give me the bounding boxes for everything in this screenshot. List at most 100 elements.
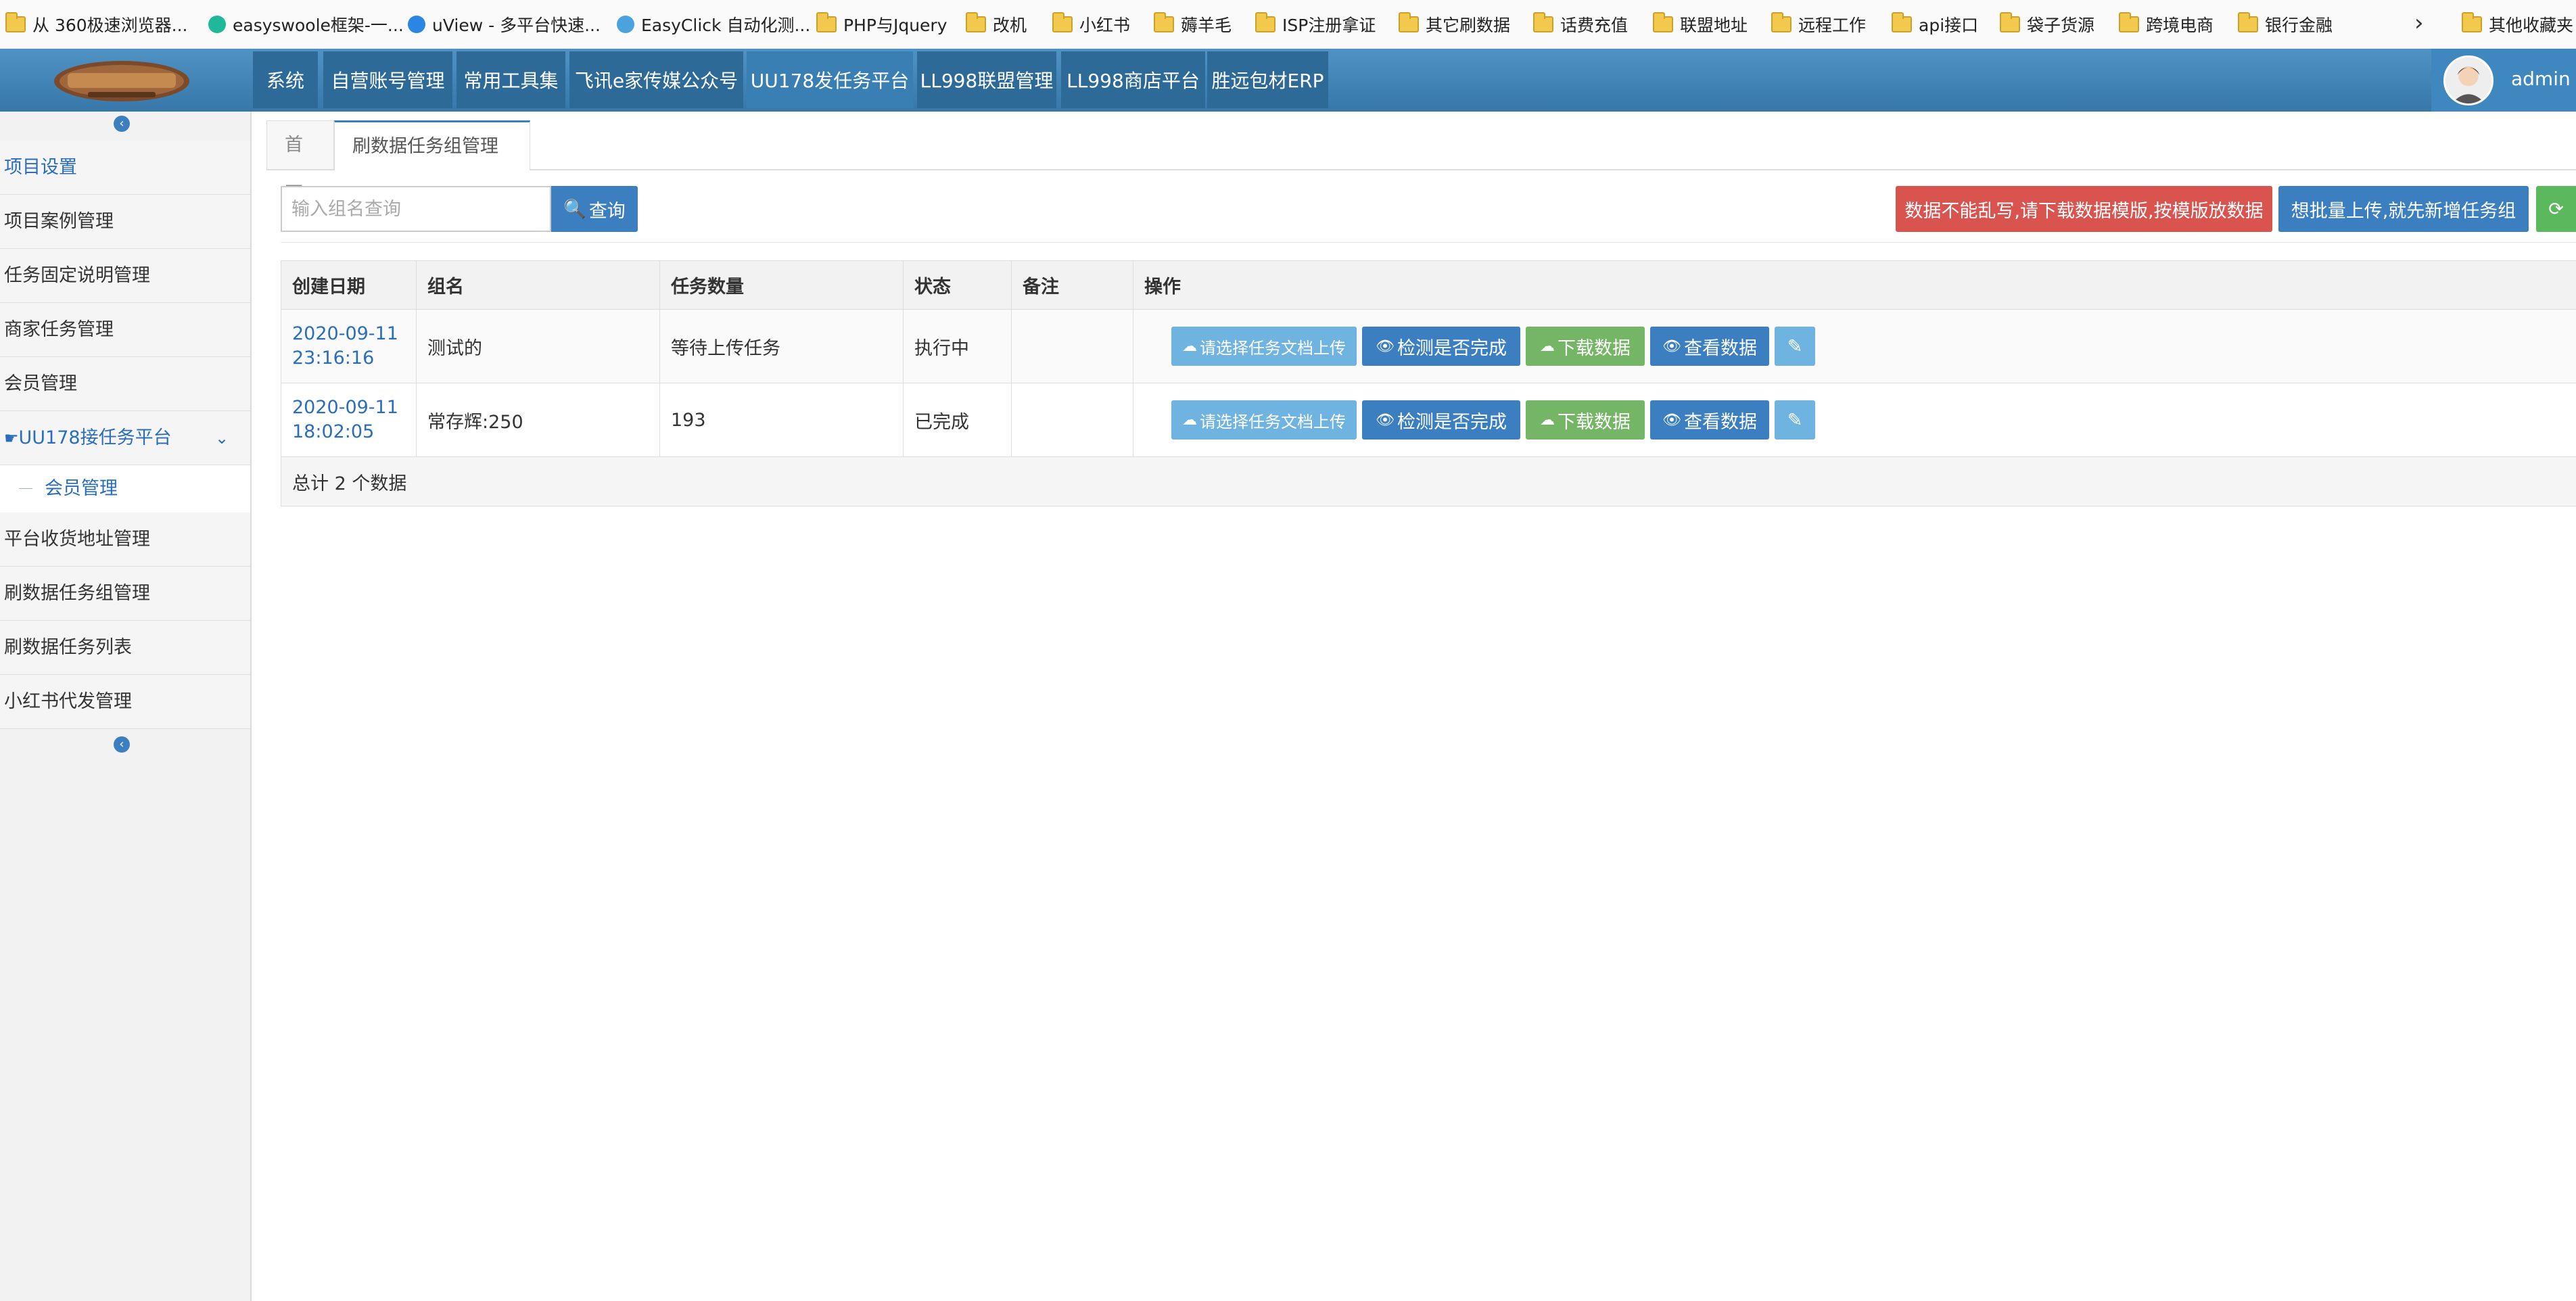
nav-tab-self-accounts[interactable]: 自营账号管理 [323,51,452,108]
folder-icon [1892,12,1912,32]
bookmark-item[interactable]: 袋子货源 [2000,9,2094,39]
cloud-download-icon: ☁ [1540,337,1555,355]
bookmark-item[interactable]: 改机 [966,9,1027,39]
download-template-button[interactable]: 数据不能乱写,请下载数据模版,按模版放数据 [1896,186,2272,232]
folder-icon [816,12,837,32]
username: admin [2511,68,2571,90]
cloud-upload-icon: ☁ [1182,337,1197,355]
bookmark-item[interactable]: 远程工作 [1771,9,1866,39]
cloud-download-icon: ☁ [1540,411,1555,429]
sidebar-item-shipping-addresses[interactable]: 平台收货地址管理 [0,513,250,567]
cell-remark [1011,383,1133,457]
divider [281,242,2576,243]
sidebar-item-xiaohongshu[interactable]: 小红书代发管理 [0,675,250,729]
bookmark-item[interactable]: 话费充值 [1533,9,1628,39]
sidebar-item-uu178-platform[interactable]: ☛UU178接任务平台 ⌄ [0,411,250,465]
upload-task-file-button[interactable]: ☁ 请选择任务文档上传 [1171,327,1357,366]
eye-icon: 👁 [1376,337,1395,355]
bookmark-item[interactable]: uView - 多平台快速... [408,9,601,39]
bookmark-item[interactable]: ISP注册拿证 [1255,9,1376,39]
bookmark-item[interactable]: 薅羊毛 [1154,9,1232,39]
refresh-button[interactable]: ⟳ [2536,186,2576,232]
sidebar-item-task-list[interactable]: 刷数据任务列表 [0,621,250,675]
bookmark-item[interactable]: 银行金融 [2238,9,2333,39]
eye-icon: 👁 [1662,411,1681,429]
nav-tab-feixun-media[interactable]: 飞讯e家传媒公众号 [569,51,743,108]
edit-button[interactable]: ✎ [1775,400,1815,440]
chevron-right-icon[interactable]: › [2414,9,2424,37]
cell-date: 2020-09-11 18:02:05 [281,383,417,457]
add-task-group-button[interactable]: 想批量上传,就先新增任务组 [2278,186,2529,232]
table-row: 2020-09-11 18:02:05 常存辉:250 193 已完成 ☁ 请选择任… [281,383,2576,457]
bookmark-item[interactable]: 从 360极速浏览器... [5,9,188,39]
column-header-task-count[interactable]: 任务数量 [659,260,904,310]
query-button[interactable]: 🔍 查询 [551,186,638,232]
tab-task-groups[interactable]: 刷数据任务组管理 ✖ [334,120,530,206]
check-complete-button[interactable]: 👁 检测是否完成 [1362,400,1520,440]
table-footer-row: 总计 2 个数据 [281,456,2576,506]
edit-icon: ✎ [1787,335,1803,357]
sidebar-item-members[interactable]: 会员管理 [0,357,250,411]
column-header-date[interactable]: 创建日期 [281,260,417,310]
folder-icon [2238,12,2258,32]
user-menu[interactable]: admin [2431,49,2576,112]
cell-actions: ☁ 请选择任务文档上传 👁 检测是否完成 ☁ 下载数据 👁 查看数据 ✎ [1133,309,2576,383]
uview-logo-icon [408,16,425,33]
eye-icon: 👁 [1662,337,1681,355]
table-row: 2020-09-11 23:16:16 测试的 等待上传任务 执行中 ☁ 请选择任务… [281,309,2576,383]
bookmark-item[interactable]: easyswoole框架-一... [208,9,404,39]
eye-icon: 👁 [1376,411,1395,429]
folder-icon [1052,12,1073,32]
upload-task-file-button[interactable]: ☁ 请选择任务文档上传 [1171,400,1357,440]
chevron-circle-left-icon[interactable]: ‹ [114,736,130,753]
nav-tab-tools[interactable]: 常用工具集 [456,51,565,108]
bookmark-item[interactable]: api接口 [1892,9,1978,39]
content-tabs: 首页 刷数据任务组管理 ✖ [266,120,2576,206]
bookmark-item[interactable]: EasyClick 自动化测... [617,9,810,39]
cloud-upload-icon: ☁ [1182,411,1197,429]
search-input[interactable] [281,186,551,232]
cell-task-count: 193 [659,383,904,457]
column-header-group-name[interactable]: 组名 [416,260,660,310]
bookmark-item[interactable]: PHP与Jquery [816,9,947,39]
folder-icon [1533,12,1553,32]
tab-home[interactable]: 首页 [266,120,334,204]
nav-tab-uu178-publish[interactable]: UU178发任务平台 [747,51,913,108]
bookmark-item[interactable]: 联盟地址 [1653,9,1748,39]
sidebar-item-task-instructions[interactable]: 任务固定说明管理 [0,249,250,303]
folder-icon [1255,12,1275,32]
easyclick-logo-icon [617,16,634,33]
sidebar-item-task-groups[interactable]: 刷数据任务组管理 [0,567,250,621]
folder-icon [2000,12,2020,32]
folder-icon [1653,12,1673,32]
download-data-button[interactable]: ☁ 下载数据 [1526,327,1645,366]
folder-icon [2462,12,2482,32]
edit-button[interactable]: ✎ [1775,327,1815,366]
bookmark-item[interactable]: 其他收藏夹 [2462,9,2573,39]
cell-group-name: 常存辉:250 [416,383,660,457]
sidebar-item-merchant-tasks[interactable]: 商家任务管理 [0,303,250,357]
bookmark-item[interactable]: 小红书 [1052,9,1130,39]
nav-tab-shengyuan-erp[interactable]: 胜远包材ERP [1207,51,1328,108]
check-complete-button[interactable]: 👁 检测是否完成 [1362,327,1520,366]
nav-tab-system[interactable]: 系统 [253,51,318,108]
bookmark-item[interactable]: 跨境电商 [2119,9,2214,39]
cell-status: 执行中 [903,309,1012,383]
sidebar: ‹ 项目设置 项目案例管理 任务固定说明管理 商家任务管理 会员管理 ☛UU17… [0,112,252,1301]
task-group-table: 创建日期 组名 任务数量 状态 备注 操作 2020-09-11 23:16:16… [281,260,2576,506]
sidebar-item-project-cases[interactable]: 项目案例管理 [0,195,250,249]
nav-tab-ll998-store[interactable]: LL998商店平台 [1061,51,1205,108]
tree-branch-line [19,488,32,489]
sidebar-subitem-members[interactable]: 会员管理 [0,465,250,513]
nav-tab-ll998-alliance[interactable]: LL998联盟管理 [917,51,1056,108]
column-header-status[interactable]: 状态 [903,260,1012,310]
download-data-button[interactable]: ☁ 下载数据 [1526,400,1645,440]
search-icon: 🔍 [563,199,586,220]
view-data-button[interactable]: 👁 查看数据 [1650,327,1769,366]
sidebar-item-project-settings[interactable]: 项目设置 [0,141,250,195]
column-header-remark[interactable]: 备注 [1011,260,1133,310]
hand-pointer-icon: ☛ [4,429,19,448]
chevron-circle-left-icon[interactable]: ‹ [114,116,130,132]
bookmark-item[interactable]: 其它刷数据 [1399,9,1510,39]
view-data-button[interactable]: 👁 查看数据 [1650,400,1769,440]
